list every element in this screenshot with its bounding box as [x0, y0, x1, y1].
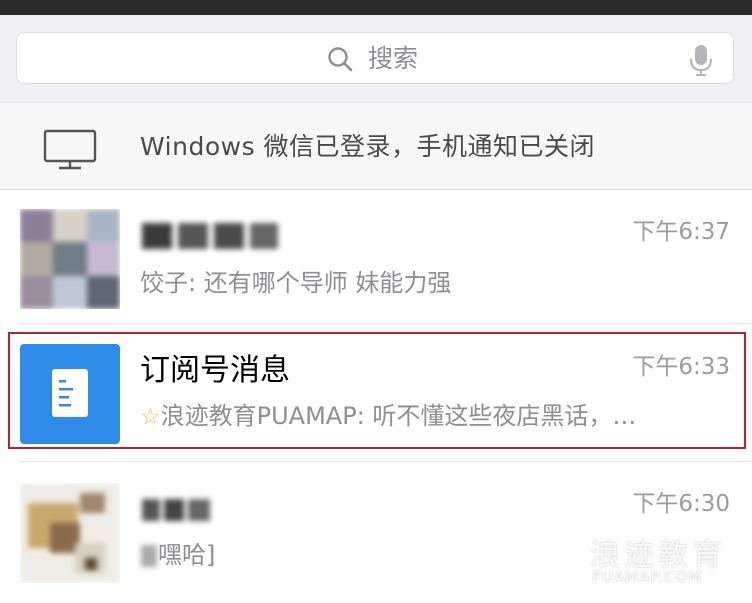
notice-text: Windows 微信已登录，手机通知已关闭: [140, 132, 596, 161]
blurred-group-title: [142, 223, 278, 249]
monitor-icon: [43, 129, 97, 170]
blurred-preview-start: [141, 545, 157, 567]
chat-preview-text: 浪迹教育PUAMAP: 听不懂这些夜店黑话，…: [160, 402, 637, 430]
document-icon: [52, 369, 88, 417]
avatar: [20, 344, 120, 444]
chat-preview: ☆浪迹教育PUAMAP: 听不懂这些夜店黑话，…: [140, 401, 735, 432]
chat-preview: 饺子: 还有哪个导师 妹能力强: [140, 269, 452, 297]
divider: [20, 323, 752, 324]
search-input[interactable]: 搜索: [16, 32, 734, 84]
star-icon: ☆: [140, 404, 161, 430]
status-bar: [0, 0, 752, 15]
mic-icon[interactable]: [689, 43, 713, 77]
chat-row[interactable]: 下午6:37 饺子: 还有哪个导师 妹能力强: [0, 191, 752, 324]
divider: [20, 461, 752, 462]
contact-avatar-image: [20, 483, 120, 583]
chat-preview-text: 嘿哈]: [158, 541, 216, 569]
chat-title: 订阅号消息: [140, 353, 290, 388]
chat-time: 下午6:30: [632, 491, 730, 517]
blurred-contact-name: [142, 499, 210, 521]
search-icon: [328, 47, 353, 72]
group-avatar-image: [20, 209, 120, 309]
chat-row-subscriptions[interactable]: 订阅号消息 下午6:33 ☆浪迹教育PUAMAP: 听不懂这些夜店黑话，…: [0, 325, 752, 462]
avatar: [20, 209, 120, 309]
search-area: 搜索: [0, 15, 752, 102]
chat-row[interactable]: 下午6:30 嘿哈]: [0, 463, 752, 603]
windows-login-notice[interactable]: Windows 微信已登录，手机通知已关闭: [0, 102, 752, 190]
chat-preview: 嘿哈]: [140, 540, 215, 570]
search-placeholder: 搜索: [368, 44, 419, 73]
chat-time: 下午6:33: [632, 354, 730, 380]
avatar: [20, 483, 120, 583]
chat-time: 下午6:37: [632, 219, 730, 245]
